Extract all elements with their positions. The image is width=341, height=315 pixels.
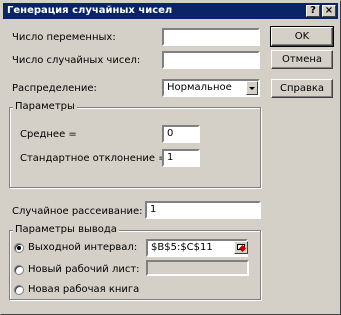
- parameters-group: [9, 107, 261, 188]
- ok-button[interactable]: OK: [270, 26, 334, 47]
- cancel-button[interactable]: Отмена: [271, 50, 333, 69]
- output-options-group-title: Параметры вывода: [13, 224, 119, 236]
- stddev-input[interactable]: 1: [162, 149, 200, 167]
- new-workbook-label: Новая рабочая книга: [28, 284, 140, 295]
- random-seed-input[interactable]: 1: [145, 201, 261, 219]
- new-worksheet-label: Новый рабочий лист:: [28, 264, 140, 275]
- distribution-combo[interactable]: Нормальное: [162, 79, 260, 97]
- distribution-value: Нормальное: [167, 82, 232, 93]
- num-variables-label: Число переменных:: [12, 32, 116, 43]
- num-variables-input[interactable]: [162, 28, 260, 46]
- mean-input[interactable]: 0: [162, 125, 200, 143]
- help-button[interactable]: Справка: [271, 79, 333, 98]
- dialog-title: Генерация случайных чисел: [7, 5, 173, 16]
- collapse-dialog-icon[interactable]: [234, 241, 248, 254]
- output-range-label: Выходной интервал:: [28, 242, 138, 253]
- parameters-group-title: Параметры: [13, 101, 77, 113]
- stddev-label: Стандартное отклонение =: [20, 153, 167, 164]
- new-workbook-radio[interactable]: [14, 285, 24, 295]
- title-bar: Генерация случайных чисел ? ×: [3, 3, 338, 19]
- chevron-down-icon[interactable]: [246, 81, 258, 95]
- num-random-input[interactable]: [162, 51, 260, 69]
- mean-label: Среднее =: [20, 129, 77, 140]
- output-range-input[interactable]: $B$5:$C$11: [146, 239, 248, 257]
- new-worksheet-radio[interactable]: [14, 265, 24, 275]
- random-seed-label: Случайное рассеивание:: [12, 206, 143, 217]
- close-icon[interactable]: ×: [322, 5, 336, 17]
- help-icon[interactable]: ?: [306, 5, 320, 17]
- num-random-label: Число случайных чисел:: [12, 55, 141, 66]
- new-worksheet-input[interactable]: [146, 260, 249, 276]
- random-number-generation-dialog: Генерация случайных чисел ? × Число пере…: [0, 0, 341, 315]
- output-range-radio[interactable]: [14, 243, 24, 253]
- distribution-label: Распределение:: [12, 83, 97, 94]
